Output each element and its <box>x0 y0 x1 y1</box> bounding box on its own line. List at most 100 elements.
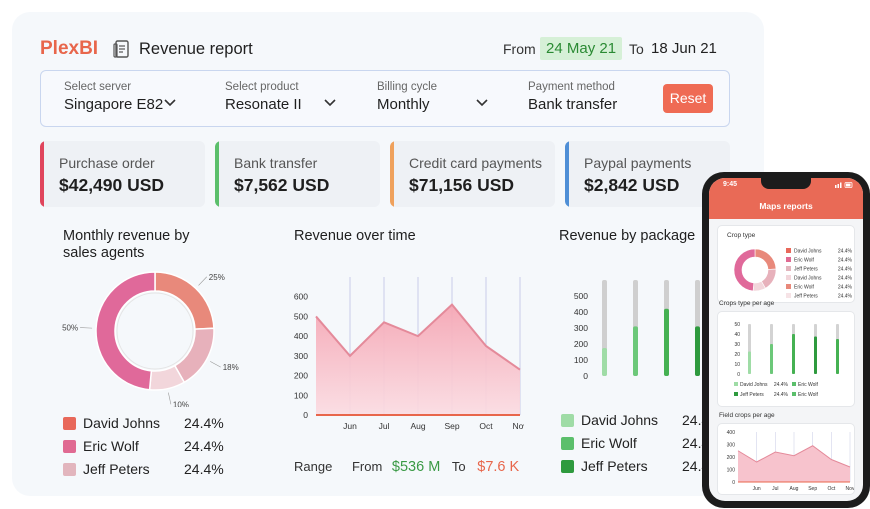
package-bar-chart: 0 100 200 300 400 500 <box>574 280 700 381</box>
report-icon <box>113 40 129 58</box>
area-y-tick: 300 <box>294 351 308 361</box>
kpi-accent-bar <box>215 141 219 207</box>
page-title: Revenue report <box>139 40 253 58</box>
billing-select-label: Billing cycle <box>377 81 438 93</box>
bar-y-tick: 0 <box>583 371 588 381</box>
phone-app-bar: Maps reports <box>709 193 863 219</box>
filter-bar: Select server Singapore E82 Select produ… <box>40 70 730 127</box>
mini-area-x-tick: Jun <box>753 486 761 492</box>
mini-legend-pct: 24.4% <box>838 276 853 282</box>
range-to-label: To <box>451 459 466 474</box>
area-y-tick: 0 <box>303 410 308 420</box>
kpi-bank-transfer: Bank transfer $7,562 USD <box>215 141 380 207</box>
crop-type-legend: David Johns 24.4% Eric Wolf 24.4% Jeff Peter… <box>786 248 853 299</box>
legend-name: Eric Wolf <box>581 435 637 451</box>
crop-type-card: Crop type David Johns 24.4% Eric Wolf 24.4%… <box>717 225 855 303</box>
mini-bar-value <box>792 334 795 374</box>
payment-select[interactable]: Payment method Bank transfer <box>528 81 617 113</box>
revenue-time-title: Revenue over time <box>294 228 416 244</box>
field-crops-card: Jun Jul Aug Sep Oct Nov 0 100 200 300 400 <box>717 423 855 495</box>
donut-slice-label: 25% <box>209 273 225 282</box>
legend-swatch <box>63 440 76 453</box>
server-select[interactable]: Select server Singapore E82 <box>64 81 163 113</box>
signal-battery-icon <box>835 182 853 188</box>
kpi-purchase-order: Purchase order $42,490 USD <box>40 141 205 207</box>
legend-pct: 24.4% <box>184 415 224 431</box>
reset-button[interactable]: Reset <box>663 84 713 113</box>
kpi-credit-card: Credit card payments $71,156 USD <box>390 141 555 207</box>
mini-area-y-tick: 100 <box>727 468 736 474</box>
mini-bar-y-tick: 10 <box>734 362 740 368</box>
mini-legend-pct: 24.4% <box>838 258 853 264</box>
legend-name: David Johns <box>83 415 161 431</box>
phone-notch <box>761 178 811 189</box>
mini-legend-name: Eric Wolf <box>794 285 815 291</box>
donut-leader-line <box>80 327 93 329</box>
bar-y-tick: 100 <box>574 355 588 365</box>
status-time: 9:45 <box>723 181 738 188</box>
mini-legend-name: David Johns <box>794 276 822 282</box>
mini-legend-name: Jeff Peters <box>794 294 818 299</box>
bar-value <box>695 326 700 376</box>
mini-legend-pct: 24.4% <box>774 382 789 388</box>
donut-slice-label: 50% <box>62 324 78 333</box>
mini-legend-pct: 24.4% <box>838 294 853 299</box>
bar-value <box>664 308 669 376</box>
billing-select[interactable]: Billing cycle Monthly <box>377 81 437 113</box>
mini-bar-y-tick: 40 <box>734 332 740 338</box>
mini-bar-y-tick: 50 <box>734 322 740 328</box>
server-select-value: Singapore E82 <box>64 96 164 113</box>
mini-bar-y-tick: 30 <box>734 342 740 348</box>
date-to-picker[interactable]: 18 Jun 21 <box>651 40 717 57</box>
legend-pct: 24.4% <box>184 438 224 454</box>
mini-legend-swatch <box>786 266 791 271</box>
mini-legend-pct: 24.4% <box>838 267 853 273</box>
legend-swatch <box>63 463 76 476</box>
crops-per-age-title: Crops type per age <box>719 300 775 307</box>
mini-bar-value <box>814 336 817 374</box>
range-from-value: $536 M <box>391 459 441 475</box>
donut-hole <box>116 292 194 370</box>
range-to-value: $7.6 K <box>477 459 520 475</box>
mini-area-x-tick: Nov <box>846 486 854 492</box>
kpi-label: Credit card payments <box>409 155 543 171</box>
legend-name: Jeff Peters <box>581 458 648 474</box>
crop-type-title: Crop type <box>727 232 756 239</box>
legend-name: David Johns <box>581 412 659 428</box>
chevron-down-icon[interactable] <box>324 99 336 107</box>
mini-bar-value <box>836 339 839 374</box>
payment-select-label: Payment method <box>528 81 615 93</box>
donut-leader-line <box>168 392 172 405</box>
area-y-tick: 500 <box>294 311 308 321</box>
agents-chart-title-line1: Monthly revenue by <box>63 228 190 244</box>
app-logo[interactable]: PlexBI <box>40 38 98 60</box>
mini-legend-swatch <box>734 382 738 386</box>
chevron-down-icon[interactable] <box>164 99 176 107</box>
mini-legend-swatch <box>792 382 796 386</box>
mini-legend-name: Eric Wolf <box>794 258 815 264</box>
mini-area-y-tick: 400 <box>727 430 736 436</box>
mini-legend-swatch <box>786 275 791 280</box>
mini-legend-pct: 24.4% <box>838 285 853 291</box>
mini-legend-name: Eric Wolf <box>798 392 819 398</box>
product-select[interactable]: Select product Resonate II <box>225 81 302 113</box>
mini-legend-swatch <box>734 392 738 396</box>
kpi-value: $71,156 USD <box>409 175 515 195</box>
server-select-label: Select server <box>64 81 132 93</box>
billing-select-value: Monthly <box>377 96 430 113</box>
date-from-picker[interactable]: 24 May 21 <box>540 37 623 60</box>
range-row: Range From $536 M To $7.6 K <box>294 459 519 475</box>
mini-bar-y-tick: 20 <box>734 352 740 358</box>
package-chart-title: Revenue by package <box>559 228 696 244</box>
kpi-value: $2,842 USD <box>584 175 680 195</box>
kpi-value: $42,490 USD <box>59 175 165 195</box>
legend-name: Eric Wolf <box>83 438 139 454</box>
mini-legend-name: Jeff Peters <box>794 267 818 273</box>
legend-swatch <box>561 414 574 427</box>
chevron-down-icon[interactable] <box>476 99 488 107</box>
bar-y-tick: 200 <box>574 339 588 349</box>
mini-legend-swatch <box>786 293 791 298</box>
mini-legend-pct: 24.4% <box>838 249 853 255</box>
area-y-tick: 400 <box>294 331 308 341</box>
crops-per-age-chart: 0 10 20 30 40 50 David Johns 24.4% Eric Wolf Jeff… <box>734 322 839 398</box>
